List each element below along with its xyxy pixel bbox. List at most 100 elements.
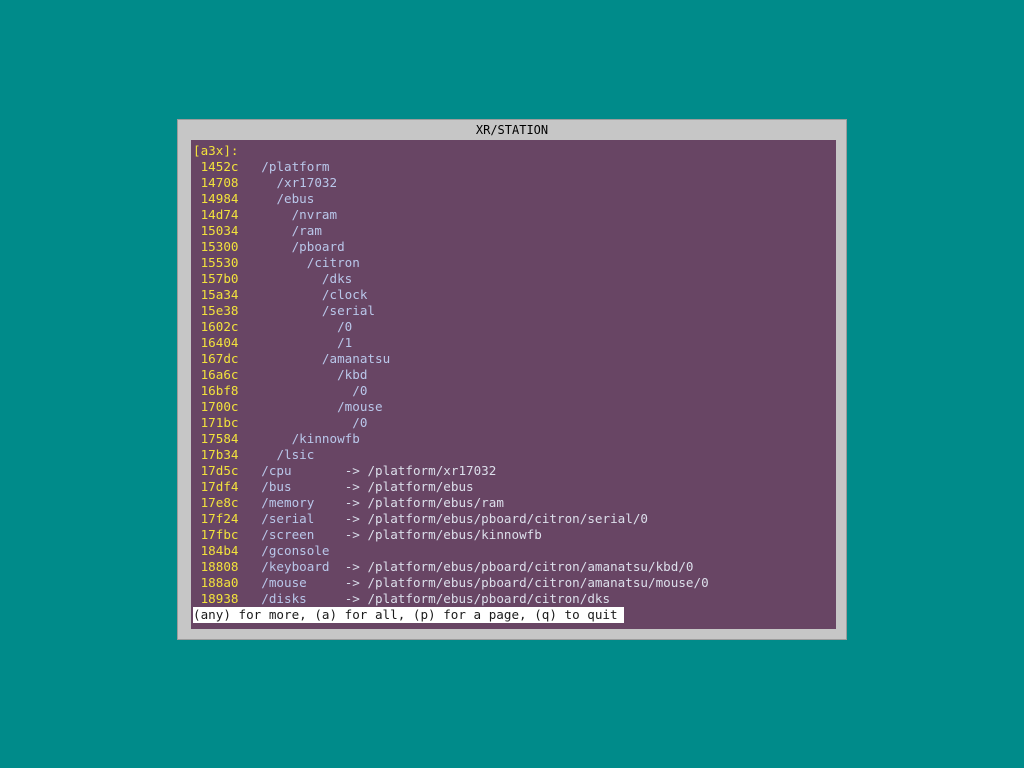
node-path: /0	[352, 383, 368, 398]
node-address: 167dc	[200, 351, 239, 366]
tree-line: 1452c /platform	[193, 159, 330, 175]
alias-arrow: ->	[344, 559, 360, 574]
alias-name: /mouse	[261, 575, 307, 590]
node-address: 17584	[200, 431, 239, 446]
alias-line: 184b4 /gconsole	[193, 543, 330, 559]
tree-line: 157b0 /dks	[193, 271, 353, 287]
alias-line: 18938 /disks -> /platform/ebus/pboard/ci…	[193, 591, 611, 607]
alias-line: 17fbc /screen -> /platform/ebus/kinnowfb	[193, 527, 542, 543]
tree-line: 15300 /pboard	[193, 239, 345, 255]
node-address: 15300	[200, 239, 239, 254]
alias-target: /platform/ebus/kinnowfb	[367, 527, 542, 542]
node-path: /kinnowfb	[291, 431, 360, 446]
alias-name: /bus	[261, 479, 292, 494]
tree-line: 14d74 /nvram	[193, 207, 338, 223]
tree-line: 15a34 /clock	[193, 287, 368, 303]
node-address: 1700c	[200, 399, 239, 414]
alias-line: 17f24 /serial -> /platform/ebus/pboard/c…	[193, 511, 648, 527]
node-address: 15a34	[200, 287, 239, 302]
node-address: 15530	[200, 255, 239, 270]
node-path: /kbd	[337, 367, 368, 382]
node-address: 1452c	[200, 159, 239, 174]
alias-arrow: ->	[344, 479, 360, 494]
node-address: 157b0	[200, 271, 239, 286]
alias-line: 188a0 /mouse -> /platform/ebus/pboard/ci…	[193, 575, 709, 591]
alias-line: 17d5c /cpu -> /platform/xr17032	[193, 463, 497, 479]
pager-prompt[interactable]: (any) for more, (a) for all, (p) for a p…	[193, 607, 624, 623]
alias-line: 17df4 /bus -> /platform/ebus	[193, 479, 474, 495]
alias-address: 18938	[200, 591, 239, 606]
alias-name: /cpu	[261, 463, 292, 478]
alias-target: /platform/ebus	[367, 479, 474, 494]
node-path: /0	[337, 319, 353, 334]
node-address: 17b34	[200, 447, 239, 462]
node-path: /pboard	[291, 239, 345, 254]
tree-line: 17b34 /lsic	[193, 447, 315, 463]
node-address: 14708	[200, 175, 239, 190]
prompt-line: [a3x]:	[193, 143, 239, 159]
node-path: /xr17032	[276, 175, 338, 190]
tree-line: 1700c /mouse	[193, 399, 383, 415]
tree-line: 15034 /ram	[193, 223, 322, 239]
alias-address: 17d5c	[200, 463, 239, 478]
node-path: /platform	[261, 159, 330, 174]
alias-arrow: ->	[344, 511, 360, 526]
tree-line: 14708 /xr17032	[193, 175, 338, 191]
window-title: XR/STATION	[475, 123, 549, 137]
alias-name: /keyboard	[261, 559, 330, 574]
terminal-screen[interactable]: [a3x]: 1452c /platform 14708 /xr17032 14…	[191, 140, 836, 629]
tree-line: 1602c /0	[193, 319, 353, 335]
alias-address: 18808	[200, 559, 239, 574]
alias-arrow: ->	[344, 495, 360, 510]
node-path: /nvram	[291, 207, 338, 222]
node-address: 15034	[200, 223, 239, 238]
alias-name: /screen	[261, 527, 315, 542]
alias-name: /disks	[261, 591, 307, 606]
node-path: /1	[337, 335, 353, 350]
alias-line: 17e8c /memory -> /platform/ebus/ram	[193, 495, 504, 511]
alias-line: 18808 /keyboard -> /platform/ebus/pboard…	[193, 559, 694, 575]
alias-target: /platform/ebus/ram	[367, 495, 504, 510]
alias-target: /platform/ebus/pboard/citron/amanatsu/kb…	[367, 559, 694, 574]
node-path: /mouse	[337, 399, 383, 414]
node-address: 1602c	[200, 319, 239, 334]
alias-arrow: ->	[344, 527, 360, 542]
alias-address: 188a0	[200, 575, 239, 590]
tree-line: 15e38 /serial	[193, 303, 375, 319]
node-path: /ram	[291, 223, 322, 238]
alias-address: 17f24	[200, 511, 239, 526]
node-path: /0	[352, 415, 368, 430]
node-address: 16bf8	[200, 383, 239, 398]
alias-arrow: ->	[344, 463, 360, 478]
node-path: /amanatsu	[321, 351, 391, 366]
node-address: 15e38	[200, 303, 239, 318]
node-address: 171bc	[200, 415, 239, 430]
alias-name: /memory	[261, 495, 315, 510]
node-path: /lsic	[276, 447, 315, 462]
node-address: 14d74	[200, 207, 239, 222]
node-path: /clock	[321, 287, 368, 302]
alias-target: /platform/xr17032	[367, 463, 497, 478]
alias-arrow: ->	[344, 591, 360, 606]
node-path: /dks	[321, 271, 353, 286]
node-path: /citron	[306, 255, 360, 270]
alias-address: 17df4	[200, 479, 239, 494]
tree-line: 17584 /kinnowfb	[193, 431, 360, 447]
node-path: /serial	[321, 303, 375, 318]
alias-name: /gconsole	[261, 543, 330, 558]
alias-address: 184b4	[200, 543, 239, 558]
tree-line: 16bf8 /0	[193, 383, 368, 399]
tree-line: 167dc /amanatsu	[193, 351, 391, 367]
shell-prompt: [a3x]:	[193, 143, 239, 158]
alias-target: /platform/ebus/pboard/citron/amanatsu/mo…	[367, 575, 709, 590]
tree-line: 15530 /citron	[193, 255, 360, 271]
node-path: /ebus	[276, 191, 315, 206]
alias-address: 17e8c	[200, 495, 239, 510]
alias-target: /platform/ebus/pboard/citron/serial/0	[367, 511, 648, 526]
tree-line: 171bc /0	[193, 415, 368, 431]
alias-arrow: ->	[344, 575, 360, 590]
terminal-window: XR/STATION [a3x]: 1452c /platform 14708 …	[177, 119, 847, 640]
alias-address: 17fbc	[200, 527, 239, 542]
alias-target: /platform/ebus/pboard/citron/dks	[367, 591, 611, 606]
node-address: 14984	[200, 191, 239, 206]
